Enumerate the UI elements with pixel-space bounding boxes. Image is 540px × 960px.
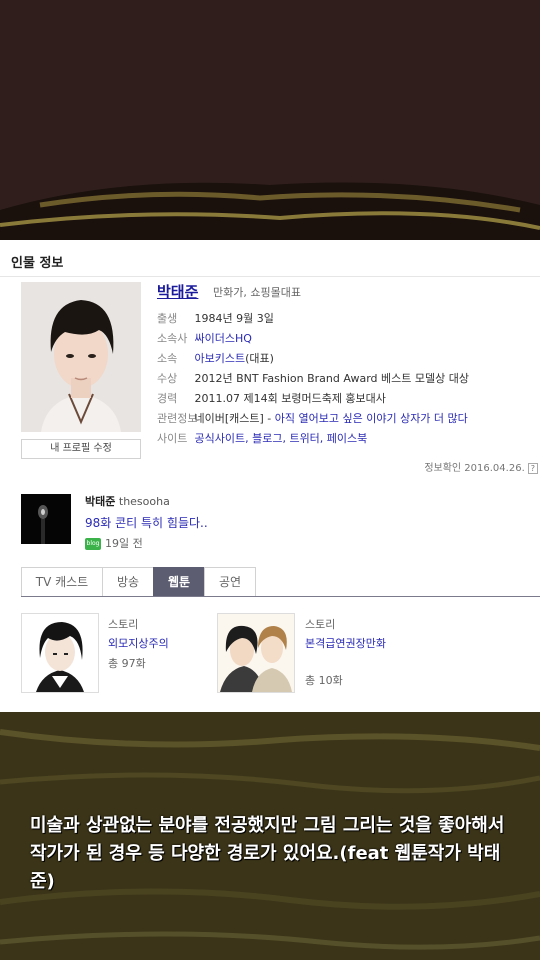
blog-thumbnail[interactable] (21, 494, 71, 544)
info-row-affiliation: 소속 아보키스트(대표) (157, 350, 274, 366)
comic-caption: 미술과 상관없는 분야를 전공했지만 그림 그리는 것을 좋아해서 작가가 된 … (30, 815, 505, 892)
help-icon[interactable]: ? (527, 463, 538, 474)
blog-author: 박태준 thesooha (85, 493, 170, 509)
tab-tv-cast[interactable]: TV 캐스트 (21, 567, 103, 597)
checked-date-text: 정보확인 2016.04.26. (424, 463, 525, 474)
webtoon-title-1[interactable]: 외모지상주의 (108, 635, 208, 652)
blog-time-text: 19일 전 (105, 537, 143, 550)
tab-webtoon[interactable]: 웹툰 (153, 567, 205, 597)
blog-id: thesooha (118, 495, 170, 508)
tab-performance[interactable]: 공연 (204, 567, 256, 597)
webtoon-category-2: 스토리 (305, 618, 336, 631)
comic-wall-illustration (0, 0, 540, 240)
info-label: 소속 (157, 352, 178, 365)
webtoon-thumbnail-2[interactable] (217, 613, 295, 693)
blog-author-name: 박태준 (85, 495, 116, 508)
blog-time: blog 19일 전 (85, 535, 143, 551)
info-value: 1984년 9월 3일 (194, 312, 274, 325)
webtoon-thumbnail-1[interactable] (21, 613, 99, 693)
comic-background-top (0, 0, 540, 240)
blog-icon: blog (85, 538, 101, 550)
affiliation-link[interactable]: 아보키스트 (195, 352, 246, 365)
info-label: 관련정보 (157, 412, 198, 425)
info-label: 출생 (157, 312, 178, 325)
person-name[interactable]: 박태준 (157, 281, 198, 302)
info-label: 수상 (157, 372, 178, 385)
info-label: 사이트 (157, 432, 188, 445)
person-info-panel: 인물 정보 내 프로필 수정 박태준 만화가, 쇼핑몰대표 출생 1984년 9… (0, 240, 540, 712)
blog-post-link[interactable]: 98화 콘티 특히 힘들다.. (85, 514, 208, 531)
webtoon-count-2: 총 10화 (305, 674, 343, 687)
info-label: 소속사 (157, 332, 188, 345)
profile-photo (21, 282, 141, 432)
info-row-sites: 사이트 공식사이트, 블로그, 트위터, 페이스북 (157, 430, 367, 446)
info-value: 네이버[캐스트] - (194, 412, 275, 425)
info-checked-date: 정보확인 2016.04.26.? (424, 459, 538, 474)
edit-profile-button[interactable]: 내 프로필 수정 (21, 439, 141, 459)
section-title: 인물 정보 (11, 256, 64, 271)
tab-broadcast[interactable]: 방송 (102, 567, 154, 597)
info-label: 경력 (157, 392, 178, 405)
webtoon-count-1: 총 97화 (108, 657, 146, 670)
related-cast-link[interactable]: 아직 열어보고 싶은 이야기 상자가 더 많다 (275, 412, 468, 425)
info-row-related: 관련정보 네이버[캐스트] - 아직 열어보고 싶은 이야기 상자가 더 많다 (157, 410, 468, 426)
webtoon-title-2[interactable]: 본격급연권장만화 (305, 635, 395, 652)
info-value: 2012년 BNT Fashion Brand Award 베스트 모델상 대상 (194, 372, 469, 385)
info-row-birth: 출생 1984년 9월 3일 (157, 310, 274, 326)
info-value: (대표) (245, 352, 274, 365)
person-role: 만화가, 쇼핑몰대표 (213, 286, 301, 299)
info-row-agency: 소속사 싸이더스HQ (157, 330, 252, 346)
info-row-career: 경력 2011.07 제14회 보령머드축제 홍보대사 (157, 390, 386, 406)
agency-link[interactable]: 싸이더스HQ (195, 332, 252, 345)
info-row-award: 수상 2012년 BNT Fashion Brand Award 베스트 모델상… (157, 370, 469, 386)
section-divider (0, 276, 540, 277)
info-value: 2011.07 제14회 보령머드축제 홍보대사 (194, 392, 386, 405)
tab-underline (21, 596, 540, 597)
webtoon-category-1: 스토리 (108, 618, 139, 631)
site-links[interactable]: 공식사이트, 블로그, 트위터, 페이스북 (195, 432, 368, 445)
